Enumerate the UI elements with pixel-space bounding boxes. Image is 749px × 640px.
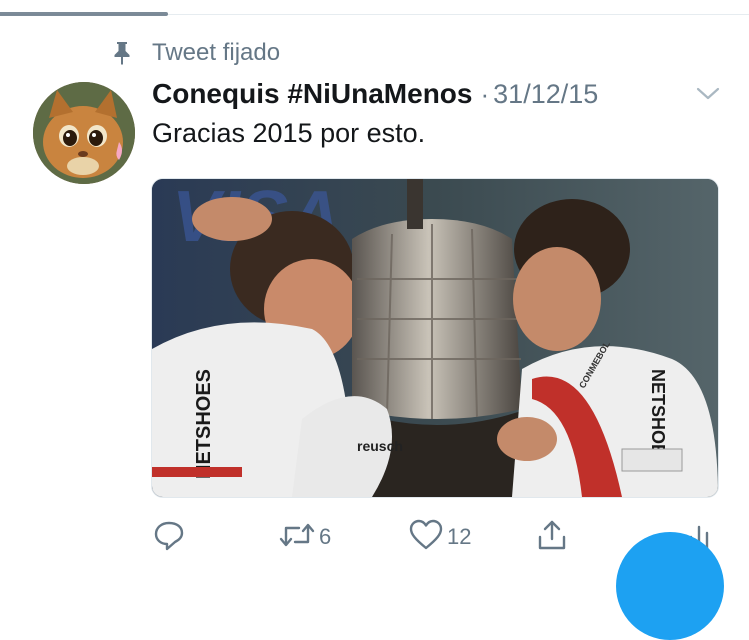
compose-tweet-button[interactable] <box>616 532 724 640</box>
glove-brand: reusch <box>357 438 403 454</box>
avatar-image <box>33 82 135 184</box>
tweet-date[interactable]: 31/12/15 <box>493 79 598 110</box>
pin-icon <box>110 41 134 65</box>
tweet-text: Gracias 2015 por esto. <box>152 118 426 148</box>
retweet-count: 6 <box>319 524 332 549</box>
tweet-header: Conequis #NiUnaMenos · 31/12/15 <box>152 78 598 114</box>
like-button[interactable]: 12 <box>409 515 471 559</box>
jersey-sponsor-left: NETSHOES <box>193 369 215 479</box>
reply-button[interactable] <box>153 515 185 559</box>
heart-icon <box>409 519 443 556</box>
retweet-icon <box>279 520 315 555</box>
share-button[interactable] <box>537 515 567 559</box>
share-icon <box>537 519 567 556</box>
author-name[interactable]: Conequis #NiUnaMenos <box>152 78 472 110</box>
like-count: 12 <box>447 524 472 549</box>
retweet-button[interactable]: 6 <box>279 515 331 559</box>
avatar[interactable] <box>33 82 135 184</box>
chevron-down-icon[interactable] <box>696 84 720 104</box>
pinned-label: Tweet fijado <box>152 39 281 66</box>
media-photo: VISA NETSHOES reusch NETSHOES CONMEBOL <box>152 179 718 497</box>
separator-dot: · <box>480 79 490 109</box>
pinned-header: Tweet fijado <box>110 37 280 69</box>
tweet-media[interactable]: VISA NETSHOES reusch NETSHOES CONMEBOL <box>151 178 719 498</box>
tab-indicator <box>0 12 168 16</box>
reply-icon <box>153 519 185 556</box>
